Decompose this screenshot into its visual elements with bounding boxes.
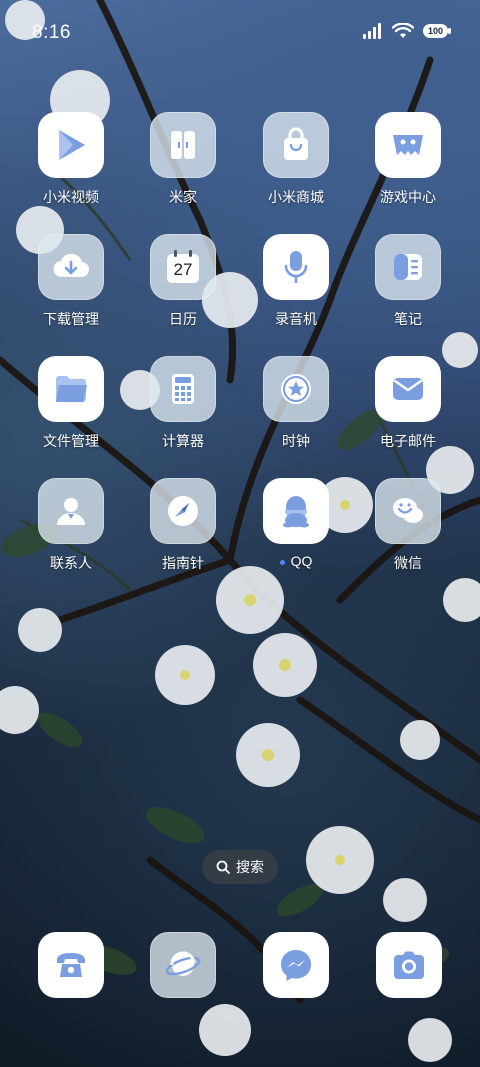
notebook-icon (394, 254, 422, 280)
notification-dot (279, 559, 285, 565)
app-label: 小米商城 (268, 189, 324, 205)
app-icon-tile[interactable] (375, 112, 441, 178)
planet-icon (165, 951, 201, 976)
app-calculator[interactable]: 计算器 (127, 356, 239, 451)
app-icon-tile[interactable] (375, 234, 441, 300)
app-label: 下载管理 (43, 311, 99, 327)
penguin-icon (283, 496, 309, 528)
chat-bubbles-icon (393, 498, 423, 523)
app-contacts[interactable]: 联系人 (15, 478, 127, 573)
dock-messages[interactable] (263, 932, 329, 998)
dock (0, 932, 480, 1002)
shopping-bag-icon (284, 127, 308, 160)
app-icon-tile[interactable] (263, 112, 329, 178)
messenger-icon (281, 950, 311, 981)
person-icon (57, 498, 85, 525)
app-icon-tile[interactable] (38, 356, 104, 422)
calculator-icon (172, 374, 194, 404)
app-icon-tile[interactable]: 27 (150, 234, 216, 300)
app-qq[interactable]: QQ (240, 478, 352, 569)
app-label-text: QQ (290, 553, 313, 569)
app-label: 米家 (169, 189, 197, 205)
app-label: 电子邮件 (380, 433, 436, 449)
app-compass[interactable]: 指南针 (127, 478, 239, 573)
app-wechat[interactable]: 微信 (352, 478, 464, 573)
app-label: 时钟 (282, 433, 310, 449)
app-icon-tile[interactable] (375, 478, 441, 544)
search-label: 搜索 (236, 859, 264, 875)
camera-icon (394, 951, 424, 979)
app-label: 计算器 (162, 433, 204, 449)
app-downloads[interactable]: 下载管理 (15, 234, 127, 329)
play-triangle-icon (59, 130, 85, 160)
app-icon-tile[interactable] (38, 478, 104, 544)
app-icon-tile[interactable] (263, 478, 329, 544)
app-clock[interactable]: 时钟 (240, 356, 352, 451)
app-icon-tile[interactable] (150, 478, 216, 544)
app-icon-tile[interactable] (263, 234, 329, 300)
battery-level: 100 (427, 26, 444, 36)
ghost-icon (393, 135, 423, 155)
app-label: 录音机 (275, 311, 317, 327)
app-calendar[interactable]: 27 日历 (127, 234, 239, 329)
app-label: 文件管理 (43, 433, 99, 449)
app-notes[interactable]: 笔记 (352, 234, 464, 329)
phone-icon (57, 953, 85, 977)
app-label: 日历 (169, 311, 197, 327)
search-button[interactable]: 搜索 (202, 850, 278, 884)
app-label: 小米视频 (43, 189, 99, 205)
dock-browser[interactable] (150, 932, 216, 998)
app-file-manager[interactable]: 文件管理 (15, 356, 127, 451)
app-mi-store[interactable]: 小米商城 (240, 112, 352, 207)
folder-icon (56, 376, 87, 402)
app-label: QQ (240, 553, 352, 569)
envelope-icon (393, 378, 423, 400)
signal-icon (363, 23, 381, 39)
app-icon-tile[interactable] (375, 356, 441, 422)
cloud-download-icon (53, 253, 90, 278)
calendar-day: 27 (173, 260, 193, 279)
search-icon (216, 860, 230, 874)
compass-icon (168, 496, 198, 526)
app-label: 联系人 (50, 555, 92, 571)
app-label: 指南针 (162, 555, 204, 571)
app-icon-tile[interactable] (150, 112, 216, 178)
app-email[interactable]: 电子邮件 (352, 356, 464, 451)
app-icon-tile[interactable] (150, 356, 216, 422)
status-icons: 100 (362, 22, 452, 40)
status-time: 8:16 (32, 22, 71, 43)
status-bar: 8:16 100 (0, 0, 480, 68)
app-mi-video[interactable]: 小米视频 (15, 112, 127, 207)
app-game-center[interactable]: 游戏中心 (352, 112, 464, 207)
battery-icon: 100 (422, 22, 452, 40)
dock-phone[interactable] (38, 932, 104, 998)
app-icon-tile[interactable] (38, 112, 104, 178)
app-icon-tile[interactable] (38, 234, 104, 300)
dock-camera[interactable] (376, 932, 442, 998)
app-mi-home[interactable]: 米家 (127, 112, 239, 207)
door-icon (171, 131, 195, 159)
app-recorder[interactable]: 录音机 (240, 234, 352, 329)
app-icon-tile[interactable] (263, 356, 329, 422)
calendar-icon: 27 (165, 249, 201, 285)
clock-star-icon (281, 374, 311, 404)
app-label: 微信 (394, 555, 422, 571)
microphone-icon (284, 251, 308, 283)
app-label: 笔记 (394, 311, 422, 327)
app-label: 游戏中心 (380, 189, 436, 205)
wifi-icon (392, 23, 414, 38)
